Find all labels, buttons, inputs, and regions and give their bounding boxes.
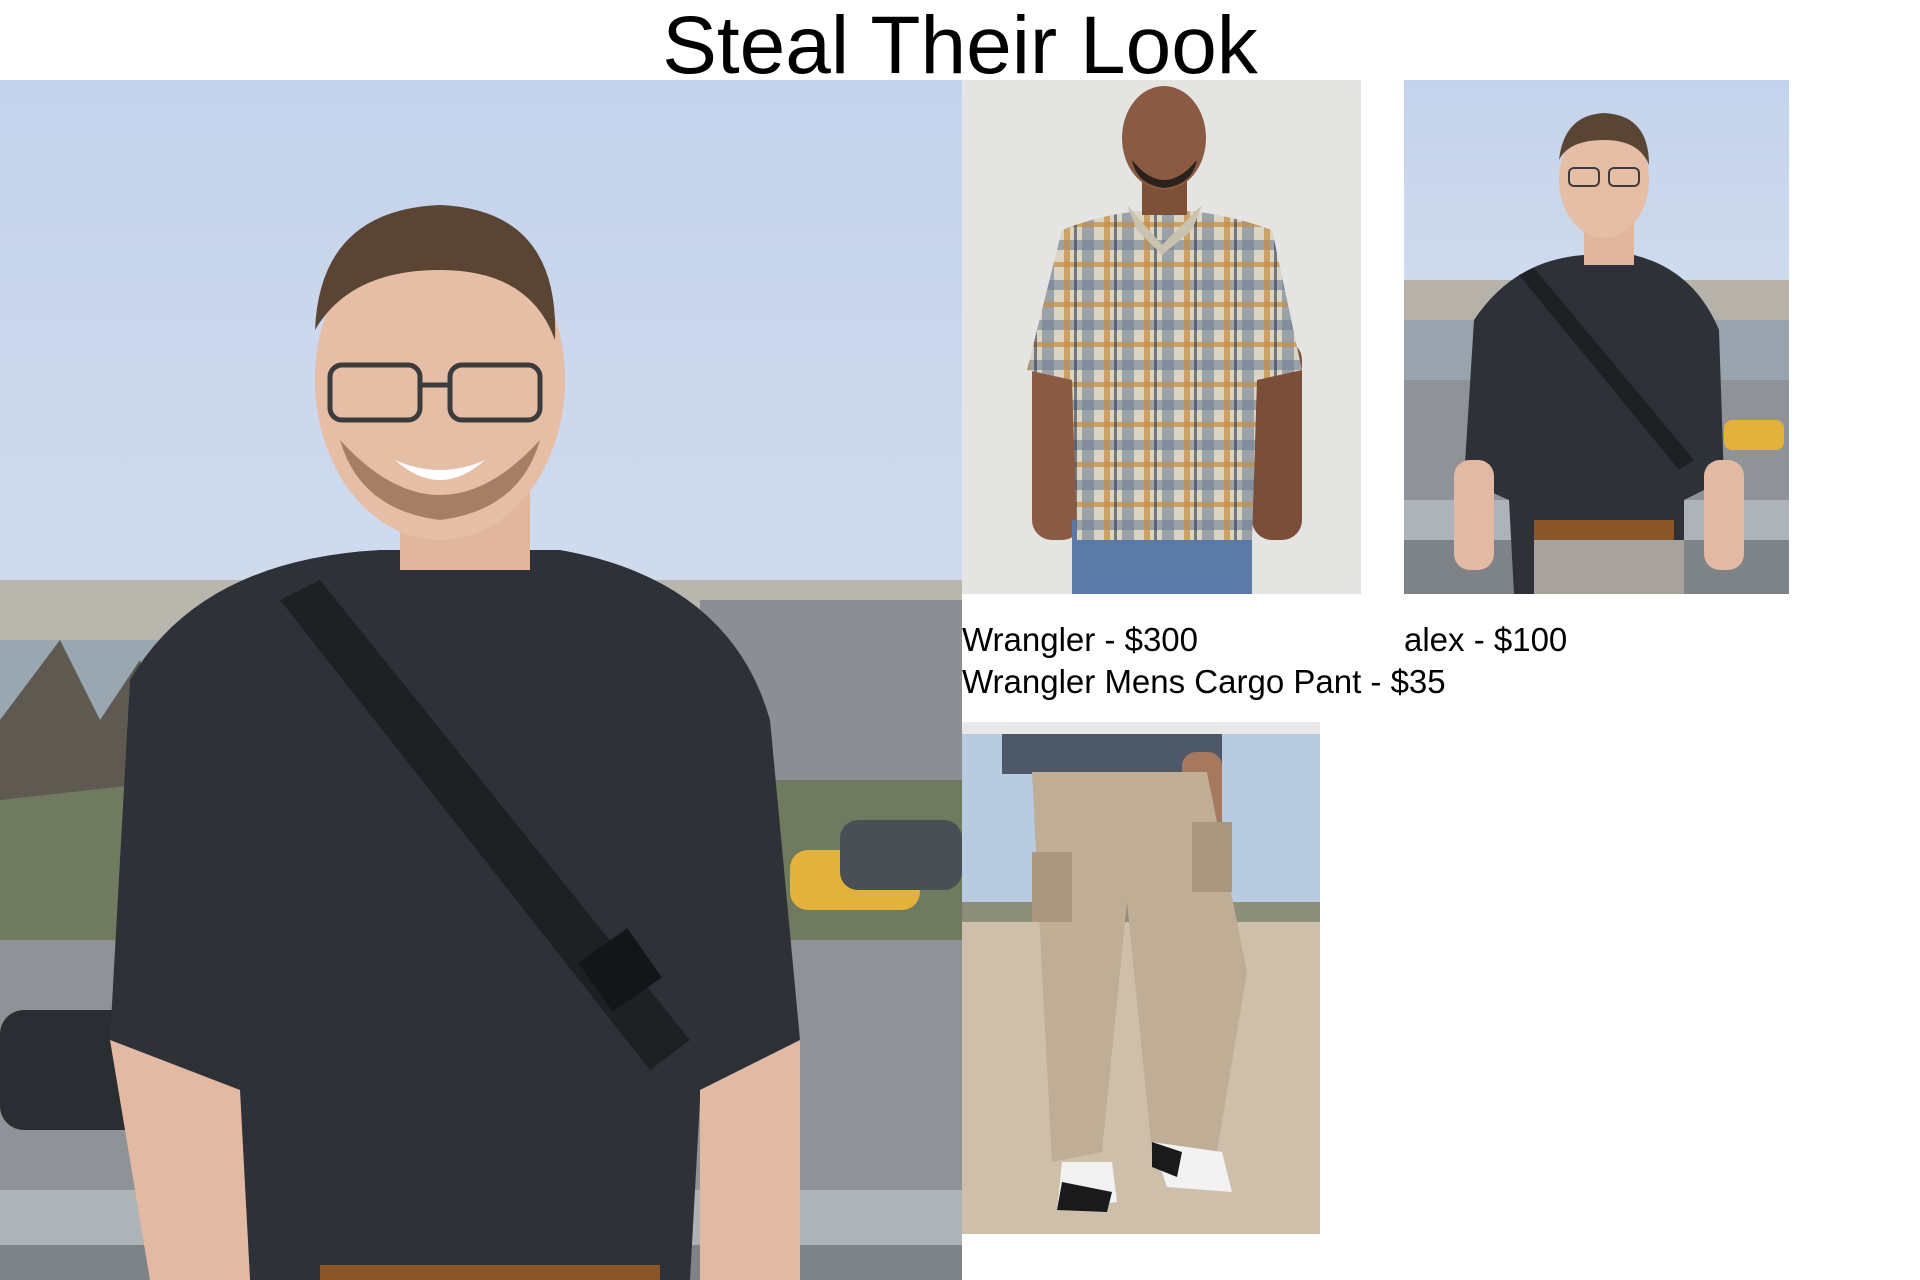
plaid-shirt-product-photo-icon xyxy=(962,80,1361,594)
cargo-pants-product-photo xyxy=(962,722,1320,1234)
shirt-price-caption: Wrangler - $300 xyxy=(962,621,1199,658)
cargo-pants-product-photo-icon xyxy=(962,722,1320,1234)
alex-outfit-photo xyxy=(1404,80,1789,594)
person-photo-icon xyxy=(1404,80,1789,594)
page-title: Steal Their Look xyxy=(662,0,1258,91)
main-outfit-photo xyxy=(0,80,962,1280)
alex-price-caption: alex - $100 xyxy=(1404,621,1568,658)
plaid-shirt-product-photo xyxy=(962,80,1361,594)
pants-price-caption: Wrangler Mens Cargo Pant - $35 xyxy=(962,663,1446,700)
person-photo-icon xyxy=(0,80,962,1280)
